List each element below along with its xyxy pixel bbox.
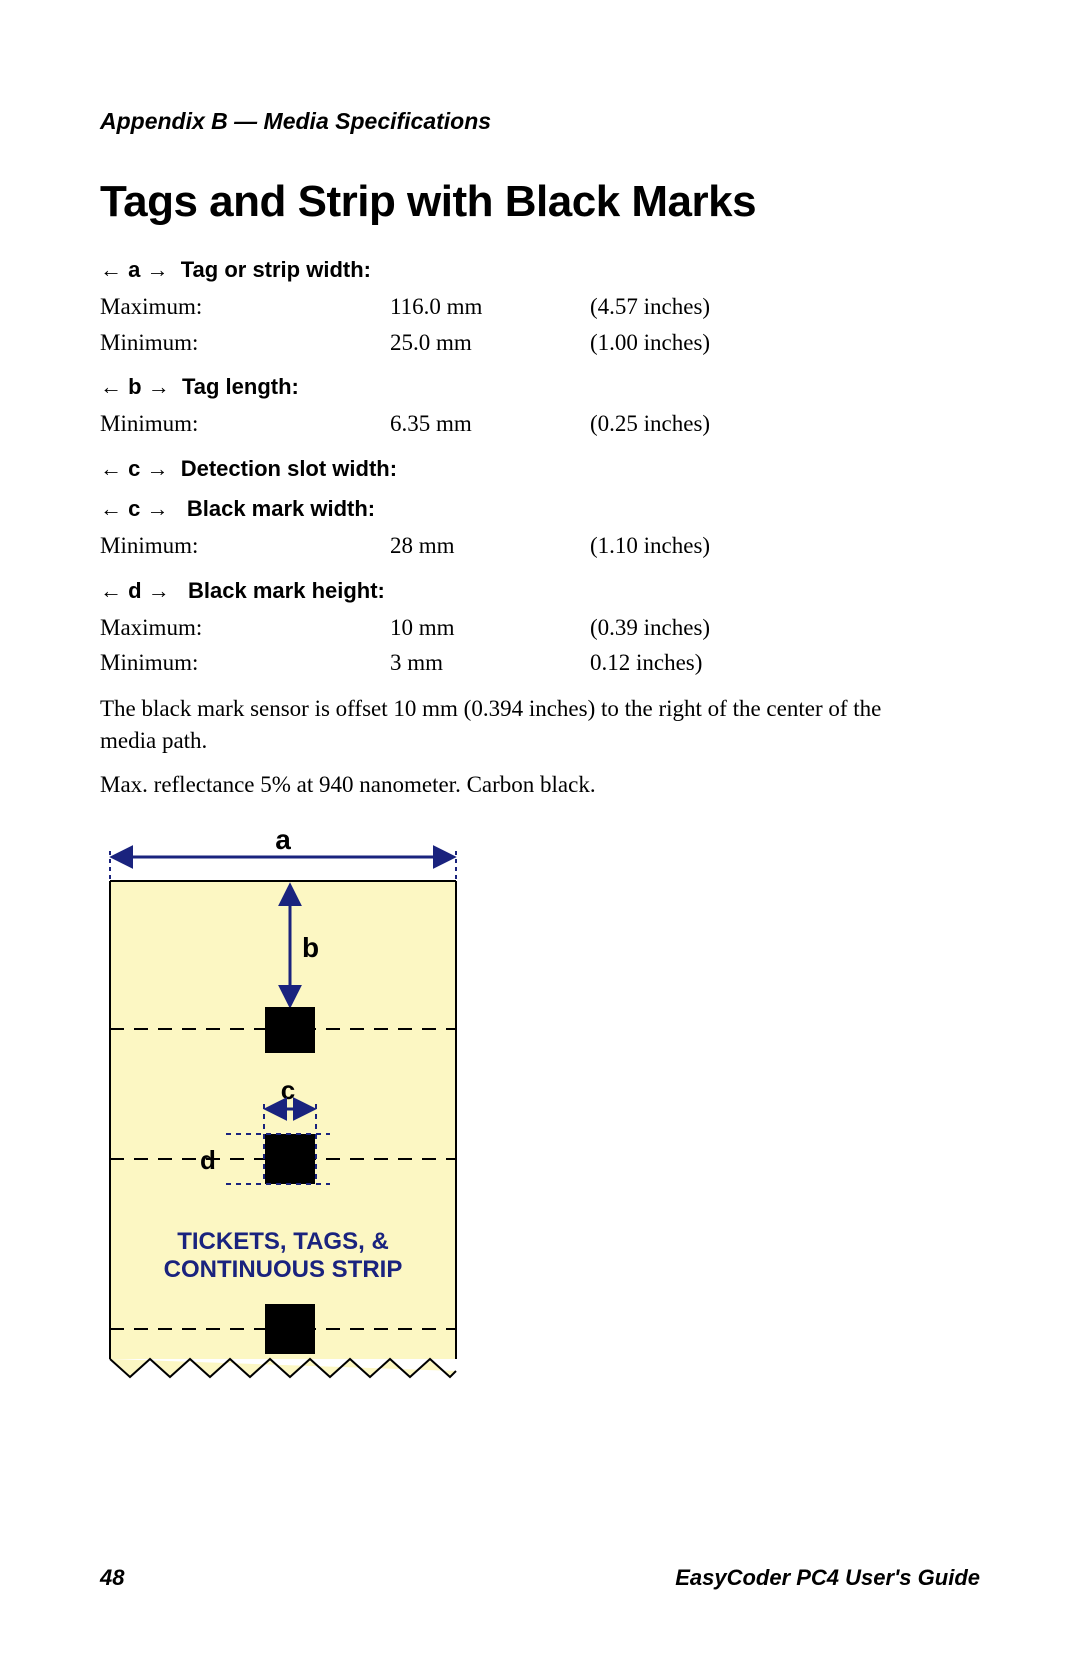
spec-in: 0.12 inches) [590, 645, 810, 681]
arrow-right-icon: → [147, 257, 169, 282]
page-number: 48 [100, 1565, 124, 1591]
spec-in: (0.25 inches) [590, 406, 810, 442]
page-title: Tags and Strip with Black Marks [100, 177, 980, 227]
section-c2-label: ← c → Black mark width: [100, 496, 980, 522]
spec-key: Minimum: [100, 325, 390, 361]
dim-letter: b [128, 374, 141, 399]
dim-letter: c [128, 456, 140, 481]
footer-guide: EasyCoder PC4 User's Guide [675, 1565, 980, 1591]
note-reflectance: Max. reflectance 5% at 940 nanometer. Ca… [100, 769, 920, 801]
diagram-label-c: c [281, 1075, 295, 1105]
spec-key: Minimum: [100, 528, 390, 564]
diagram-caption-2: CONTINUOUS STRIP [164, 1256, 403, 1283]
appendix-heading: Appendix B — Media Specifications [100, 108, 980, 135]
section-c2-text: Black mark width: [187, 496, 375, 521]
section-b-text: Tag length: [182, 374, 299, 399]
table-row: Maximum: 10 mm (0.39 inches) [100, 610, 980, 646]
spec-mm: 3 mm [390, 645, 590, 681]
diagram-label-b: b [302, 932, 319, 963]
diagram-caption-1: TICKETS, TAGS, & [177, 1228, 389, 1255]
spec-in: (1.00 inches) [590, 325, 810, 361]
table-row: Minimum: 28 mm (1.10 inches) [100, 528, 980, 564]
table-row: Maximum: 116.0 mm (4.57 inches) [100, 289, 980, 325]
section-b-label: ← b → Tag length: [100, 374, 980, 400]
section-a-label: ← a → Tag or strip width: [100, 257, 980, 283]
spec-in: (1.10 inches) [590, 528, 810, 564]
section-d-label: ← d → Black mark height: [100, 578, 980, 604]
spec-in: (0.39 inches) [590, 610, 810, 646]
spec-in: (4.57 inches) [590, 289, 810, 325]
spec-mm: 25.0 mm [390, 325, 590, 361]
arrow-right-icon: → [147, 496, 169, 521]
spec-key: Maximum: [100, 289, 390, 325]
arrow-right-icon: → [148, 374, 170, 399]
section-d-text: Black mark height: [188, 578, 385, 603]
media-diagram: a b c [100, 829, 980, 1394]
arrow-left-icon: ← [100, 257, 122, 282]
section-c1-text: Detection slot width: [181, 456, 397, 481]
arrow-right-icon: → [147, 456, 169, 481]
arrow-right-icon: → [148, 578, 170, 603]
dim-letter: d [128, 578, 141, 603]
table-row: Minimum: 25.0 mm (1.00 inches) [100, 325, 980, 361]
spec-key: Maximum: [100, 610, 390, 646]
arrow-left-icon: ← [100, 374, 122, 399]
arrow-left-icon: ← [100, 496, 122, 521]
dim-letter: c [128, 496, 140, 521]
spec-mm: 10 mm [390, 610, 590, 646]
spec-mm: 6.35 mm [390, 406, 590, 442]
diagram-label-a: a [275, 829, 291, 855]
section-a-text: Tag or strip width: [181, 257, 371, 282]
arrow-left-icon: ← [100, 578, 122, 603]
dim-letter: a [128, 257, 140, 282]
spec-mm: 28 mm [390, 528, 590, 564]
spec-key: Minimum: [100, 406, 390, 442]
table-row: Minimum: 6.35 mm (0.25 inches) [100, 406, 980, 442]
note-sensor: The black mark sensor is offset 10 mm (0… [100, 693, 920, 757]
diagram-label-d: d [200, 1145, 216, 1175]
arrow-left-icon: ← [100, 456, 122, 481]
section-c1-label: ← c → Detection slot width: [100, 456, 980, 482]
spec-key: Minimum: [100, 645, 390, 681]
table-row: Minimum: 3 mm 0.12 inches) [100, 645, 980, 681]
spec-mm: 116.0 mm [390, 289, 590, 325]
